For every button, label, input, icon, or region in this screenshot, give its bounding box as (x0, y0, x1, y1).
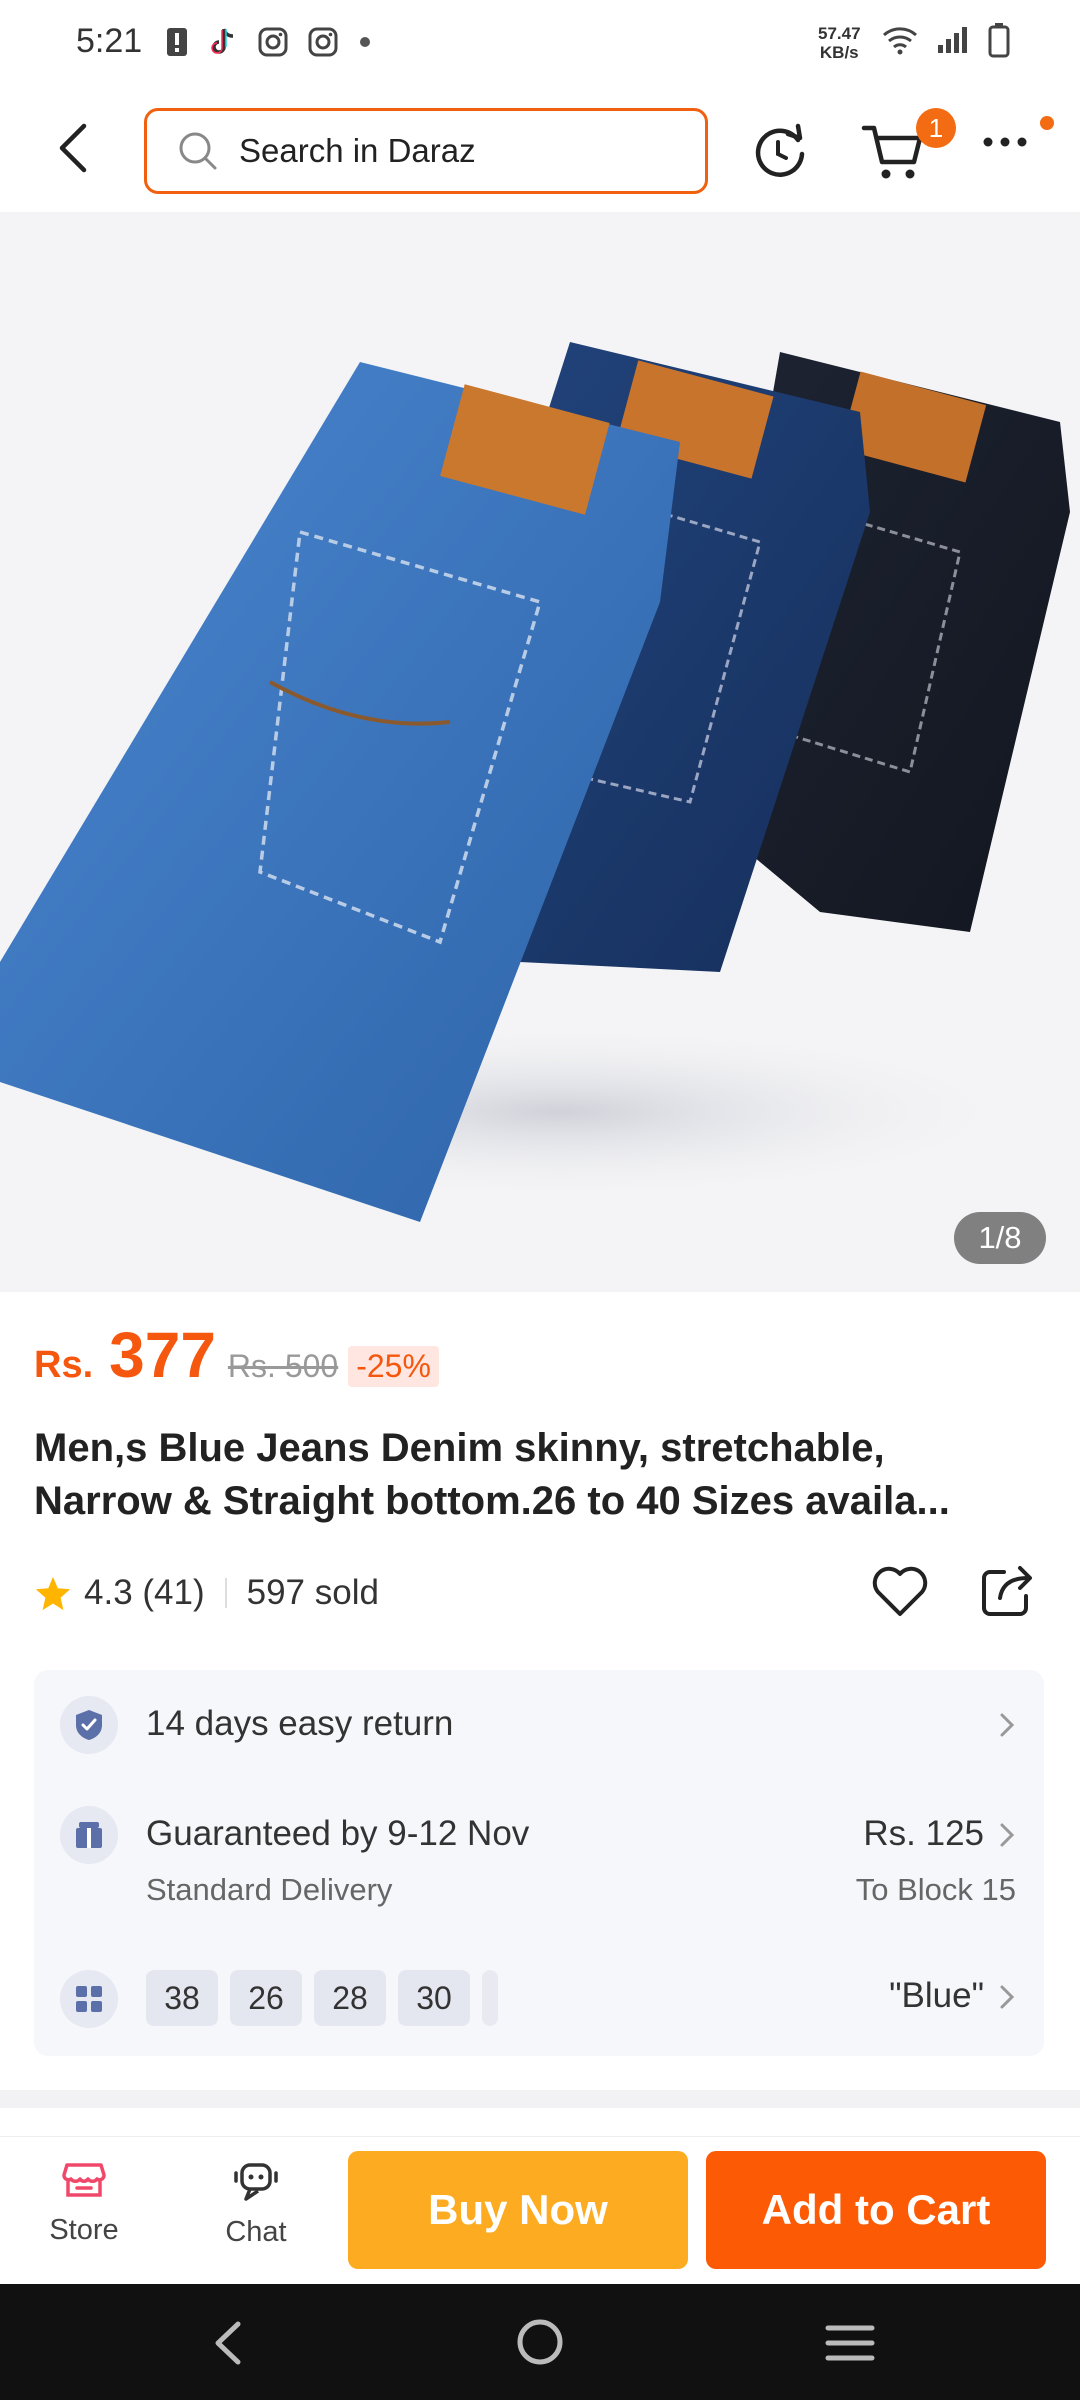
variant-grid-icon (60, 1970, 118, 2028)
network-speed-value: 57.47 (818, 24, 861, 43)
chevron-right-icon (1000, 1823, 1015, 1847)
delivery-box-icon (60, 1806, 118, 1864)
delivery-guarantee-text: Guaranteed by 9-12 Nov (146, 1814, 530, 1853)
rating-separator (224, 1578, 227, 1608)
chat-button[interactable]: Chat (196, 2157, 316, 2249)
chevron-right-icon (1000, 1985, 1015, 2009)
search-input[interactable]: Search in Daraz (144, 108, 708, 194)
system-navigation-bar (0, 2284, 1080, 2400)
star-icon (35, 1576, 71, 1611)
image-counter: 1/8 (954, 1212, 1046, 1264)
sold-count: 597 sold (246, 1573, 379, 1612)
price-currency: Rs. (34, 1344, 94, 1386)
wishlist-heart-icon[interactable] (870, 1562, 930, 1622)
nav-menu-icon[interactable] (824, 2322, 876, 2364)
add-to-cart-button[interactable]: Add to Cart (706, 2151, 1046, 2269)
store-icon (62, 2163, 106, 2197)
rating-score: 4.3 (41) (84, 1573, 205, 1612)
store-label: Store (49, 2214, 119, 2246)
nav-home-icon[interactable] (514, 2316, 566, 2368)
top-header: Search in Daraz 1 (0, 88, 1080, 212)
return-policy-row[interactable]: 14 days easy return (34, 1670, 1044, 1780)
instagram-icon (308, 27, 338, 57)
search-placeholder: Search in Daraz (239, 132, 476, 169)
wifi-icon (883, 27, 917, 55)
instagram-icon (258, 27, 288, 57)
original-price: Rs. 500 (227, 1348, 339, 1384)
notification-dot (1040, 116, 1054, 130)
size-option[interactable]: 38 (146, 1970, 218, 2026)
size-options: 38 26 28 30 (146, 1970, 498, 2026)
price-row: Rs. 377 Rs. 500 -25% (34, 1318, 1044, 1408)
product-title: Men,s Blue Jeans Denim skinny, stretchab… (34, 1422, 1044, 1528)
search-icon (179, 132, 217, 170)
product-image-gallery[interactable]: 1/8 (0, 212, 1080, 1292)
status-time: 5:21 (76, 22, 143, 60)
delivery-row[interactable]: Guaranteed by 9-12 Nov Standard Delivery… (34, 1780, 1044, 1920)
delivery-price: Rs. 125 (863, 1814, 984, 1853)
return-policy-text: 14 days easy return (146, 1704, 454, 1743)
chat-label: Chat (225, 2216, 287, 2248)
signal-icon (938, 27, 967, 53)
price-amount: 377 (109, 1319, 216, 1391)
tiktok-icon (211, 28, 234, 54)
network-speed: 57.47 KB/s (818, 24, 861, 62)
cart-count-badge: 1 (916, 108, 956, 148)
more-notifications-dot-icon (360, 37, 370, 47)
buy-now-button[interactable]: Buy Now (348, 2151, 688, 2269)
delivery-type: Standard Delivery (146, 1872, 393, 1907)
size-option[interactable]: 26 (230, 1970, 302, 2026)
delivery-location: To Block 15 (855, 1872, 1016, 1907)
chat-bot-icon (234, 2163, 278, 2201)
product-title-line1: Men,s Blue Jeans Denim skinny, stretchab… (34, 1426, 885, 1470)
product-image (0, 342, 1070, 1222)
store-button[interactable]: Store (24, 2157, 144, 2247)
nav-back-icon[interactable] (208, 2318, 248, 2368)
product-title-line2: Narrow & Straight bottom.26 to 40 Sizes … (34, 1479, 950, 1523)
chevron-right-icon (1000, 1713, 1015, 1737)
bottom-action-bar: Store Chat Buy Now Add to Cart (0, 2136, 1080, 2284)
size-option-more[interactable] (482, 1970, 498, 2026)
size-option[interactable]: 28 (314, 1970, 386, 2026)
status-bar: 5:21 57.47 KB/s (0, 0, 1080, 88)
discount-badge: -25% (348, 1346, 439, 1387)
alert-notification-icon (167, 28, 187, 56)
shield-check-icon (60, 1696, 118, 1754)
variant-row[interactable]: 38 26 28 30 "Blue" (34, 1940, 1044, 2056)
selected-color-variant: "Blue" (889, 1976, 984, 2015)
network-speed-unit: KB/s (819, 43, 859, 62)
service-info-card: 14 days easy return Guaranteed by 9-12 N… (34, 1670, 1044, 2056)
size-option[interactable]: 30 (398, 1970, 470, 2026)
section-divider (0, 2090, 1080, 2108)
notification-icons (166, 26, 372, 58)
back-arrow-icon[interactable] (46, 118, 106, 178)
more-options-icon[interactable] (980, 132, 1030, 152)
battery-icon (988, 23, 1010, 58)
share-icon[interactable] (978, 1562, 1036, 1620)
history-refresh-icon[interactable] (748, 118, 812, 182)
